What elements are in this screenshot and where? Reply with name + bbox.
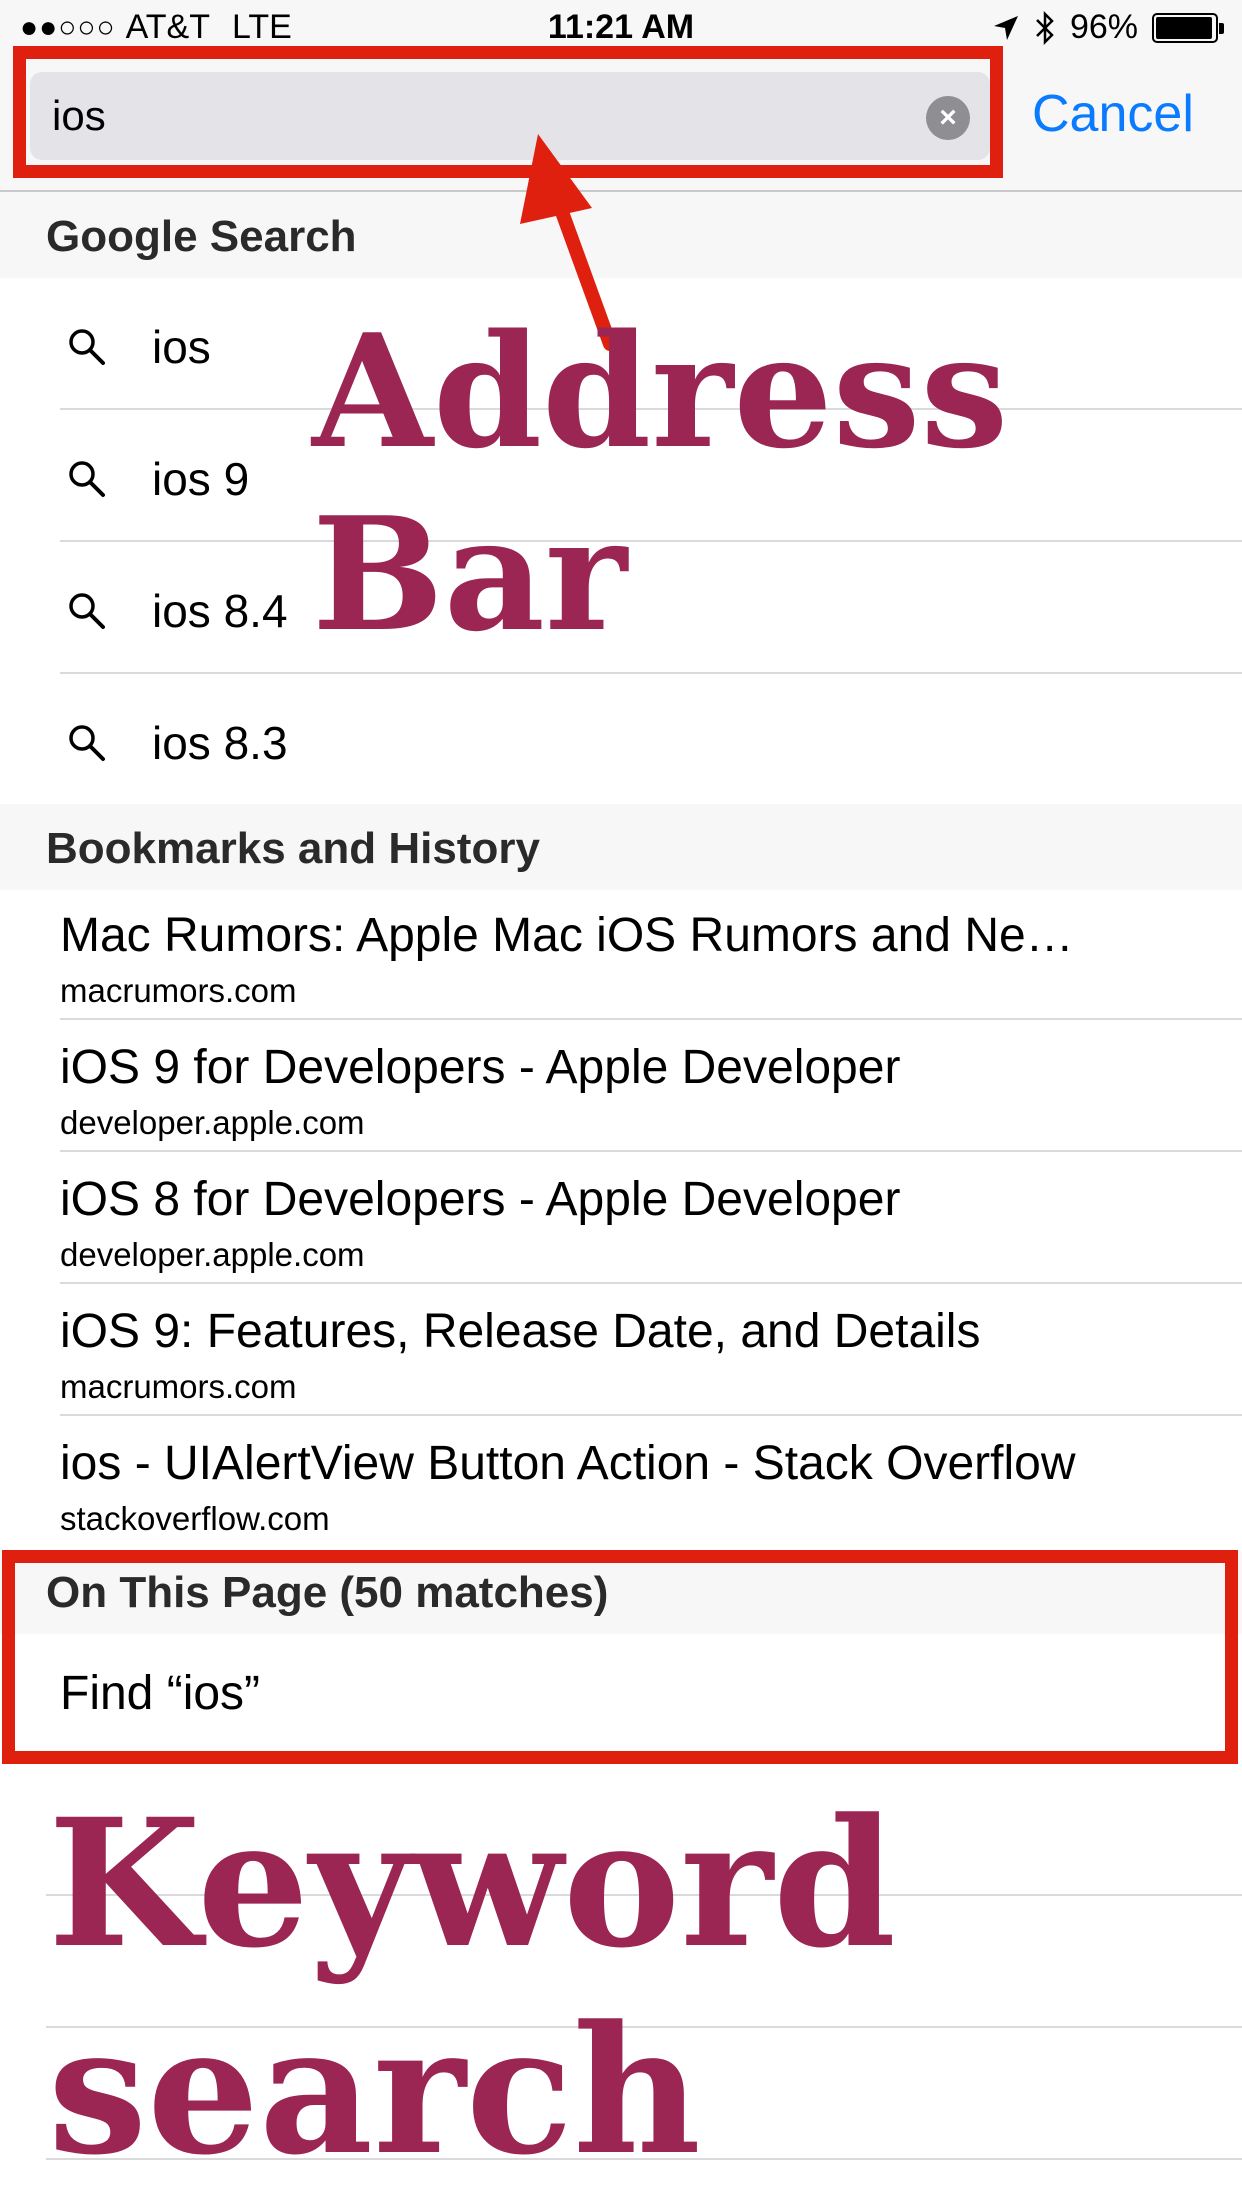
location-arrow-icon xyxy=(993,15,1018,40)
bookmark-url: macrumors.com xyxy=(60,1368,297,1405)
battery-percent: 96% xyxy=(1069,8,1138,46)
suggestion-label: ios 9 xyxy=(152,453,250,505)
bookmark-url: developer.apple.com xyxy=(60,1236,365,1273)
keyword-search-annotation: Keyword search xyxy=(48,1780,897,2194)
bookmark-url: stackoverflow.com xyxy=(60,1500,330,1537)
search-icon xyxy=(69,593,105,629)
bookmark-row[interactable]: Mac Rumors: Apple Mac iOS Rumors and Ne…… xyxy=(0,890,1242,1022)
search-icon xyxy=(69,461,105,497)
address-bar-annotation: Address Bar xyxy=(312,300,1009,666)
bookmark-title: iOS 8 for Developers - Apple Developer xyxy=(60,1173,901,1226)
suggestion-row[interactable]: ios 8.3 xyxy=(0,674,1242,806)
suggestion-label: ios xyxy=(152,321,211,373)
row-divider xyxy=(60,1150,1242,1152)
cancel-button[interactable]: Cancel xyxy=(1032,84,1194,144)
keyword-search-highlight-box xyxy=(2,1550,1238,1764)
battery-level xyxy=(1156,16,1212,39)
row-divider xyxy=(60,1282,1242,1284)
row-divider xyxy=(60,1018,1242,1020)
suggestion-label: ios 8.3 xyxy=(152,717,288,769)
bookmark-title: iOS 9 for Developers - Apple Developer xyxy=(60,1041,901,1094)
bookmark-row[interactable]: iOS 8 for Developers - Apple Developer d… xyxy=(0,1154,1242,1286)
row-divider xyxy=(60,1414,1242,1416)
bookmark-title: ios - UIAlertView Button Action - Stack … xyxy=(60,1437,1076,1490)
bookmarks-history-header: Bookmarks and History xyxy=(0,804,1242,890)
suggestion-label: ios 8.4 xyxy=(152,585,288,637)
status-right: 96% xyxy=(992,8,1224,47)
google-search-header: Google Search xyxy=(0,192,1242,278)
battery-icon xyxy=(1152,12,1224,43)
bookmark-url: macrumors.com xyxy=(60,972,297,1009)
address-bar-highlight-box xyxy=(13,46,1003,178)
bookmark-row[interactable]: ios - UIAlertView Button Action - Stack … xyxy=(0,1418,1242,1550)
bluetooth-icon xyxy=(1036,10,1054,45)
bookmark-row[interactable]: iOS 9: Features, Release Date, and Detai… xyxy=(0,1286,1242,1418)
bookmark-url: developer.apple.com xyxy=(60,1104,365,1141)
bookmark-title: iOS 9: Features, Release Date, and Detai… xyxy=(60,1305,981,1358)
bookmark-title: Mac Rumors: Apple Mac iOS Rumors and Ne… xyxy=(60,909,1074,962)
bookmark-row[interactable]: iOS 9 for Developers - Apple Developer d… xyxy=(0,1022,1242,1154)
search-icon xyxy=(69,329,105,365)
search-icon xyxy=(69,725,105,761)
